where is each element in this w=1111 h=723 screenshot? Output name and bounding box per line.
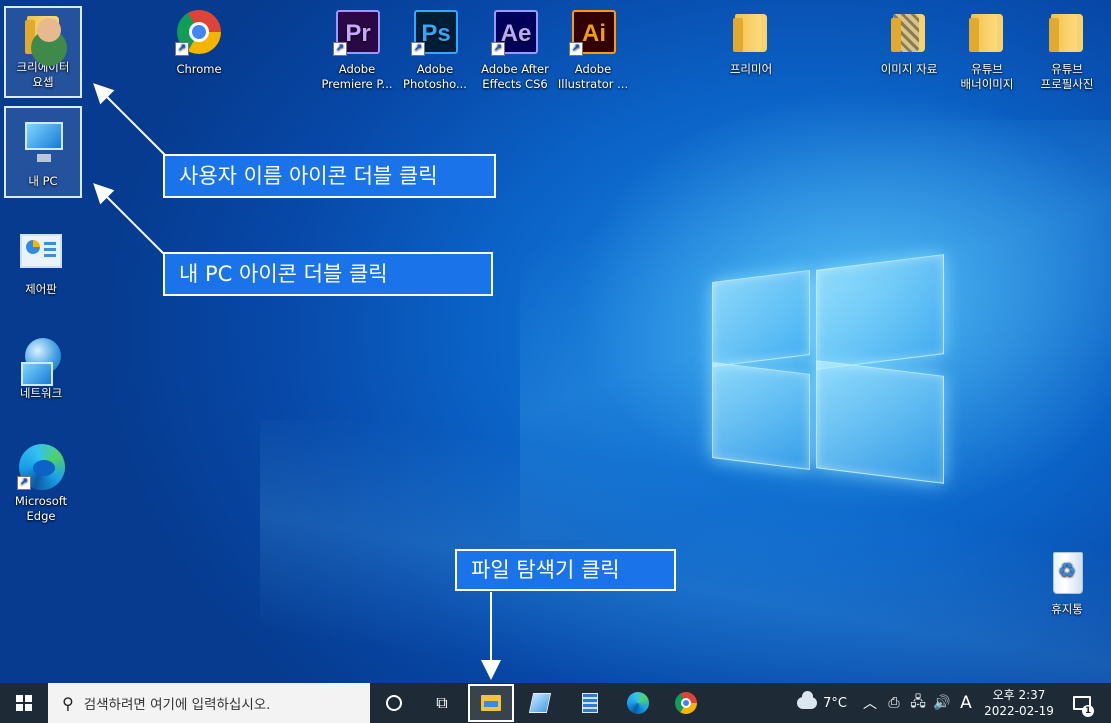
callout-user-icon: 사용자 이름 아이콘 더블 클릭 bbox=[163, 154, 496, 198]
image-folder-icon bbox=[885, 8, 933, 56]
premiere-icon: Pr ↗ bbox=[333, 8, 381, 56]
folder-icon bbox=[727, 8, 775, 56]
desktop-icon-youtube-banner-folder[interactable]: 유튜브 배너이미지 bbox=[948, 8, 1026, 92]
clock-time: 오후 2:37 bbox=[992, 688, 1046, 702]
edge-icon: ↗ bbox=[17, 442, 65, 490]
tray-volume[interactable]: 🔊 bbox=[930, 683, 954, 723]
file-explorer-button[interactable] bbox=[468, 684, 514, 722]
desktop-icon-image-folder[interactable]: 이미지 자료 bbox=[870, 8, 948, 77]
chrome-icon bbox=[675, 692, 697, 714]
taskbar: ⚲ 검색하려면 여기에 입력하십시오. ⧉ 7°C ︿ ⎙ 🖧 🔊 A 오후 2… bbox=[0, 683, 1111, 723]
chevron-up-icon: ︿ bbox=[863, 696, 877, 712]
desktop-icon-premiere-folder[interactable]: 프리미어 bbox=[712, 8, 790, 77]
windows-start-icon bbox=[16, 695, 32, 711]
photoshop-icon: Ps ↗ bbox=[411, 8, 459, 56]
tray-network[interactable]: 🖧 bbox=[906, 683, 930, 723]
cloud-icon bbox=[797, 691, 818, 709]
user-folder-icon bbox=[19, 10, 67, 58]
cortana-circle-icon bbox=[386, 695, 402, 711]
tray-input-method[interactable]: A bbox=[954, 683, 978, 723]
show-hidden-icons-button[interactable]: ︿ bbox=[858, 683, 882, 723]
network-icon bbox=[17, 336, 65, 386]
illustrator-icon: Ai ↗ bbox=[569, 8, 617, 56]
search-placeholder: 검색하려면 여기에 입력하십시오. bbox=[83, 697, 271, 713]
arrow-to-user-icon bbox=[93, 83, 167, 157]
search-icon: ⚲ bbox=[62, 693, 74, 713]
callout-file-explorer: 파일 탐색기 클릭 bbox=[455, 549, 676, 591]
after-effects-icon: Ae ↗ bbox=[491, 8, 539, 56]
desktop-icon-chrome[interactable]: ↗ Chrome bbox=[160, 8, 238, 77]
network-icon: 🖧 bbox=[910, 694, 926, 710]
shortcut-arrow-icon: ↗ bbox=[175, 42, 189, 56]
desktop: 크리에이터 요셉 내 PC 제어판 네트워크 ↗ Microsoft Edge … bbox=[0, 0, 1111, 683]
taskbar-app-calculator[interactable] bbox=[566, 683, 614, 723]
taskbar-app-notes[interactable] bbox=[516, 683, 564, 723]
desktop-icon-recycle-bin[interactable]: 휴지통 bbox=[1028, 550, 1106, 617]
weather-temp: 7°C bbox=[823, 695, 847, 711]
start-button[interactable] bbox=[0, 683, 48, 723]
weather-widget[interactable]: 7°C bbox=[790, 683, 854, 723]
clock-date: 2022-02-19 bbox=[984, 704, 1054, 718]
desktop-icon-user[interactable]: 크리에이터 요셉 bbox=[4, 6, 82, 98]
desktop-icon-edge[interactable]: ↗ Microsoft Edge bbox=[2, 442, 80, 524]
shortcut-arrow-icon: ↗ bbox=[333, 42, 347, 56]
file-explorer-icon bbox=[481, 695, 501, 711]
desktop-icon-premiere[interactable]: Pr ↗ Adobe Premiere P... bbox=[318, 8, 396, 92]
shortcut-arrow-icon: ↗ bbox=[411, 42, 425, 56]
callout-my-pc-icon: 내 PC 아이콘 더블 클릭 bbox=[163, 252, 493, 296]
notification-badge: 1 bbox=[1082, 705, 1094, 717]
folder-icon bbox=[963, 8, 1011, 56]
volume-icon: 🔊 bbox=[933, 695, 951, 711]
desktop-icon-youtube-profile-folder[interactable]: 유튜브 프로필사진 bbox=[1028, 8, 1106, 92]
desktop-icon-network[interactable]: 네트워크 bbox=[2, 336, 80, 401]
shortcut-arrow-icon: ↗ bbox=[17, 476, 31, 490]
control-panel-icon bbox=[17, 228, 65, 276]
folder-icon bbox=[1043, 8, 1091, 56]
task-view-icon: ⧉ bbox=[436, 693, 448, 712]
edge-icon bbox=[627, 692, 649, 714]
desktop-icon-control-panel[interactable]: 제어판 bbox=[2, 228, 80, 297]
task-view-button[interactable]: ⧉ bbox=[418, 683, 466, 723]
arrow-to-my-pc-icon bbox=[93, 183, 167, 257]
taskbar-app-chrome[interactable] bbox=[662, 683, 710, 723]
taskbar-app-edge[interactable] bbox=[614, 683, 662, 723]
notepad-icon bbox=[528, 693, 552, 713]
ime-indicator: A bbox=[960, 693, 972, 713]
tray-meet-now[interactable]: ⎙ bbox=[882, 683, 906, 723]
chrome-icon: ↗ bbox=[175, 8, 223, 56]
cortana-button[interactable] bbox=[370, 683, 418, 723]
calculator-icon bbox=[582, 693, 598, 713]
shortcut-arrow-icon: ↗ bbox=[491, 42, 505, 56]
search-box[interactable]: ⚲ 검색하려면 여기에 입력하십시오. bbox=[48, 683, 370, 723]
action-center-button[interactable]: 1 bbox=[1062, 683, 1102, 723]
recycle-bin-icon bbox=[1043, 550, 1091, 598]
desktop-icon-my-pc[interactable]: 내 PC bbox=[4, 106, 82, 198]
desktop-icon-after-effects[interactable]: Ae ↗ Adobe After Effects CS6 bbox=[476, 8, 554, 92]
windows-logo-wallpaper bbox=[710, 240, 946, 484]
computer-icon bbox=[19, 116, 67, 164]
shortcut-arrow-icon: ↗ bbox=[569, 42, 583, 56]
desktop-icon-illustrator[interactable]: Ai ↗ Adobe Illustrator ... bbox=[554, 8, 632, 92]
desktop-icon-photoshop[interactable]: Ps ↗ Adobe Photosho... bbox=[396, 8, 474, 92]
clock[interactable]: 오후 2:37 2022-02-19 bbox=[978, 683, 1060, 723]
meet-icon: ⎙ bbox=[888, 695, 900, 711]
